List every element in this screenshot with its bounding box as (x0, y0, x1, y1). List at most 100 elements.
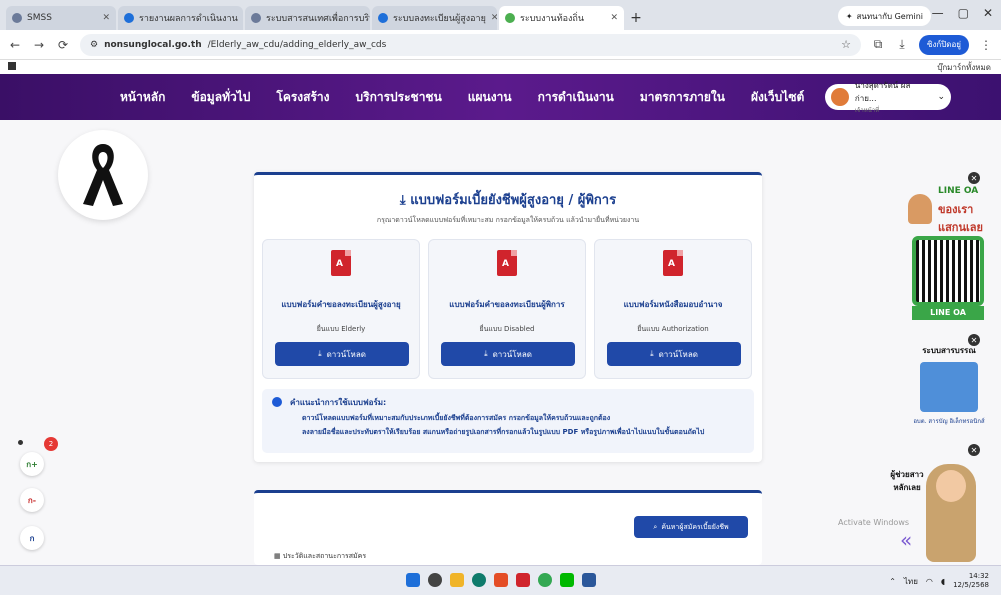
wifi-icon[interactable]: ◠ (926, 577, 933, 586)
close-tab-icon[interactable]: ✕ (491, 13, 497, 23)
elderly-forms-card: ⤓ แบบฟอร์มเบี้ยยังชีพผู้สูงอายุ / ผู้พิก… (254, 172, 762, 462)
tab-favicon-icon (378, 13, 388, 23)
bookmark-star-icon[interactable]: ☆ (841, 38, 851, 51)
store-icon[interactable] (494, 573, 508, 587)
assistant-face (936, 470, 966, 502)
form-code: ยื่นแบบ Disabled (479, 325, 535, 333)
volume-icon[interactable]: ◖ (941, 577, 945, 586)
saraban-illustration (920, 362, 978, 412)
nav-home[interactable]: หน้าหลัก (120, 88, 165, 107)
browser-tab[interactable]: SMSS ✕ (6, 6, 116, 30)
search-icon[interactable] (428, 573, 442, 587)
form-name: แบบฟอร์มคำขอลงทะเบียนผู้พิการ (449, 300, 565, 309)
nav-structure[interactable]: โครงสร้าง (276, 88, 329, 107)
nav-plans[interactable]: แผนงาน (468, 88, 512, 107)
nav-operations[interactable]: การดำเนินงาน (538, 88, 614, 107)
download-button[interactable]: ⤓ ดาวน์โหลด (607, 342, 741, 366)
browser-tab[interactable]: ระบบลงทะเบียนผู้สูงอายุ ✕ (372, 6, 497, 30)
close-tab-icon[interactable]: ✕ (610, 13, 618, 23)
user-name: นางสุดารัตน์ ผลก่าย... (854, 81, 911, 103)
taskbar-apps (406, 573, 596, 587)
extensions-icon[interactable]: ⧉ (871, 37, 885, 52)
applications-card: ⌕ ค้นหาผู้สมัครเบี้ยยังชีพ ▦ ประวัติและสถ… (254, 490, 762, 565)
card-subtitle: กรุณาดาวน์โหลดแบบฟอร์มที่เหมาะสม กรอกข้อ… (376, 216, 640, 224)
download-button[interactable]: ⤓ ดาวน์โหลด (275, 342, 409, 366)
chevron-up-icon[interactable]: ⌃ (889, 577, 896, 586)
double-chevron-left-icon[interactable]: « (900, 528, 912, 552)
card-title: ⤓ แบบฟอร์มเบี้ยยังชีพผู้สูงอายุ / ผู้พิก… (399, 193, 617, 208)
nav-public-services[interactable]: บริการประชาชน (356, 88, 442, 107)
new-tab-button[interactable]: + (626, 6, 646, 30)
download-card-disabled: A แบบฟอร์มคำขอลงทะเบียนผู้พิการ ยื่นแบบ … (428, 239, 586, 379)
url-input[interactable]: ⚙ nonsunglocal.go.th/Elderly_aw_cdu/addi… (80, 33, 862, 56)
lang-indicator[interactable]: ไทย (904, 575, 918, 588)
reload-icon[interactable]: ⟳ (56, 38, 70, 52)
gemini-icon: ✦ (845, 11, 853, 21)
close-icon[interactable]: ✕ (968, 444, 980, 456)
download-button[interactable]: ⤓ ดาวน์โหลด (441, 342, 575, 366)
start-icon[interactable] (406, 573, 420, 587)
bookmark-app-icon[interactable] (8, 62, 16, 70)
form-code: ยื่นแบบ Elderly (316, 325, 366, 333)
file-explorer-icon[interactable] (450, 573, 464, 587)
browser-tab[interactable]: ระบบสารสนเทศเพื่อการบริหาร✕ (245, 6, 370, 30)
forward-icon[interactable]: → (32, 38, 46, 52)
mascot-image (908, 194, 932, 224)
download-icon[interactable]: ⤓ (895, 37, 909, 52)
download-card-authorization: A แบบฟอร์มหนังสือมอบอำนาจ ยื่นแบบ Author… (594, 239, 752, 379)
browser-tab-strip: SMSS✕ รายงานผลการดำเนินงาน✕ ระบบสารสนเทศ… (0, 0, 1001, 30)
assistant-widget[interactable]: ผู้ช่วยสาว หลักเลย (880, 460, 992, 565)
minimize-icon[interactable]: — (932, 6, 944, 20)
site-info-icon[interactable]: ⚙ (90, 40, 98, 50)
pdf-icon: A (663, 250, 683, 276)
info-icon (272, 397, 282, 407)
browser-tab-active[interactable]: ระบบงานท้องถิ่น ✕ (499, 6, 624, 30)
word-icon[interactable] (582, 573, 596, 587)
line-icon[interactable] (560, 573, 574, 587)
maximize-icon[interactable]: ▢ (958, 6, 969, 20)
tab-favicon-icon (12, 13, 22, 23)
tab-favicon-icon (505, 13, 515, 23)
back-icon[interactable]: ← (8, 38, 22, 52)
download-icon: ⤓ (318, 349, 322, 358)
search-applicants-button[interactable]: ⌕ ค้นหาผู้สมัครเบี้ยยังชีพ (634, 516, 748, 538)
clock[interactable]: 14:32 12/5/2568 (953, 572, 989, 590)
close-icon[interactable]: ✕ (968, 172, 980, 184)
notification-badge: 2 (44, 437, 58, 451)
user-menu[interactable]: นางสุดารัตน์ ผลก่าย... เจ้าหน้าที่ ⌄ (825, 81, 951, 114)
section-heading: ▦ ประวัติและสถานะการสมัคร (274, 552, 367, 560)
nav-internal-measures[interactable]: มาตรการภายใน (640, 88, 725, 107)
bookmarks-bar: บุ๊กมาร์กทั้งหมด (0, 60, 1001, 74)
nav-general-info[interactable]: ข้อมูลทั่วไป (191, 88, 250, 107)
qr-code-image (912, 236, 984, 306)
close-tab-icon[interactable]: ✕ (102, 13, 110, 23)
line-oa-widget[interactable]: LINE OA ของเรา แสกนเลย LINE OA (908, 186, 990, 326)
gemini-button[interactable]: ✦ สนทนากับ Gemini (837, 6, 931, 26)
chrome-icon[interactable] (538, 573, 552, 587)
chevron-down-icon: ⌄ (937, 92, 945, 102)
pdf-icon: A (497, 250, 517, 276)
download-card-elderly: A แบบฟอร์มคำขอลงทะเบียนผู้สูงอายุ ยื่นแบ… (262, 239, 420, 379)
browser-tab[interactable]: รายงานผลการดำเนินงาน✕ (118, 6, 243, 30)
font-decrease-button[interactable]: ก- (20, 488, 44, 512)
search-icon: ⌕ (653, 522, 658, 531)
download-icon: ⤓ (484, 349, 488, 358)
menu-icon[interactable]: ⋮ (979, 38, 993, 52)
user-role: เจ้าหน้าที่ (854, 107, 880, 114)
form-name: แบบฟอร์มคำขอลงทะเบียนผู้สูงอายุ (281, 300, 401, 309)
font-reset-button[interactable]: ก (20, 526, 44, 550)
pdf-icon: A (331, 250, 351, 276)
all-bookmarks-link[interactable]: บุ๊กมาร์กทั้งหมด (937, 61, 991, 74)
app-icon[interactable] (516, 573, 530, 587)
usage-instructions: คำแนะนำการใช้แบบฟอร์ม: ดาวน์โหลดแบบฟอร์ม… (262, 389, 754, 453)
tab-favicon-icon (124, 13, 134, 23)
close-window-icon[interactable]: ✕ (983, 6, 993, 20)
window-controls: — ▢ ✕ (932, 6, 993, 20)
nav-sitemap[interactable]: ผังเว็บไซต์ (751, 88, 804, 107)
avatar (831, 88, 849, 106)
saraban-widget[interactable]: ระบบสารบรรณ อบต. สารบัญ อิเล็กทรอนิกส์ (908, 344, 990, 430)
font-increase-button[interactable]: ก+ (20, 452, 44, 476)
windows-taskbar: ⌃ ไทย ◠ ◖ 14:32 12/5/2568 (0, 565, 1001, 595)
profile-button[interactable]: ซิงก์ปิดอยู่ (919, 34, 969, 55)
edge-icon[interactable] (472, 573, 486, 587)
